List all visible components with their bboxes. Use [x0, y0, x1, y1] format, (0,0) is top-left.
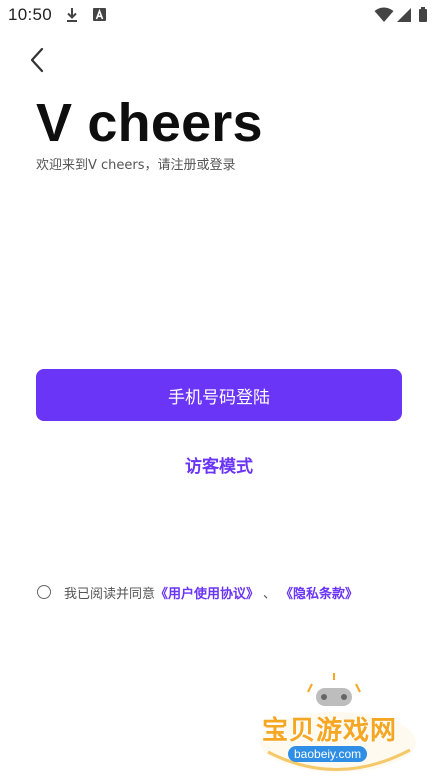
agreement-radio[interactable] [37, 585, 51, 599]
agreement-separator: 、 [263, 586, 277, 602]
signal-icon [397, 8, 411, 22]
battery-icon [419, 7, 427, 22]
gamepad-icon [316, 688, 352, 706]
wifi-icon [374, 7, 394, 22]
privacy-policy-link[interactable]: 《隐私条款》 [280, 583, 358, 602]
phone-login-label: 手机号码登陆 [168, 387, 270, 408]
status-time: 10:50 [8, 5, 53, 24]
a-icon [93, 8, 106, 21]
watermark-domain: baobeiy.com [288, 746, 368, 762]
chevron-left-icon [30, 47, 44, 73]
agreement-prefix: 我已阅读并同意 [64, 586, 156, 602]
welcome-subtitle: 欢迎来到V cheers，请注册或登录 [36, 158, 236, 173]
status-bar: 10:50 [0, 0, 438, 32]
watermark-name: 宝贝游戏网 [262, 716, 398, 746]
user-agreement-link[interactable]: 《用户使用协议》 [155, 583, 259, 602]
download-icon [67, 8, 77, 22]
phone-login-button[interactable]: 手机号码登陆 [36, 369, 402, 421]
app-title: V cheers [36, 93, 263, 153]
login-screen: 10:50 V cheers 欢迎来到V cheers，请注册或登录 手机号码登… [0, 0, 438, 778]
watermark-logo: 宝贝游戏网 baobeiy.com [250, 670, 420, 775]
guest-mode-link[interactable]: 访客模式 [0, 452, 438, 477]
agreement-row: 我已阅读并同意 《用户使用协议》 、 《隐私条款》 [37, 582, 358, 602]
back-button[interactable] [22, 44, 54, 76]
